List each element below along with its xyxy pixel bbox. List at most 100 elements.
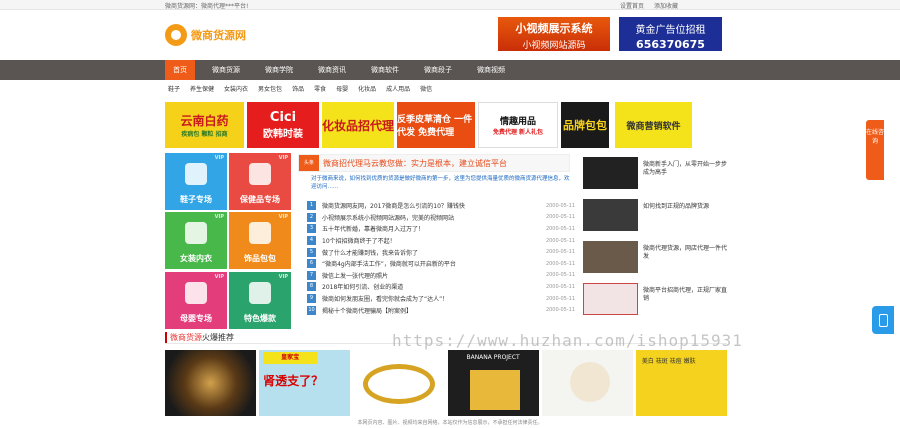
side-caption[interactable]: 微商新手入门，从零开始一步步成为高手 xyxy=(643,157,728,177)
vip-badge: VIP xyxy=(214,155,224,161)
section-title: 微商货源火爆推荐 xyxy=(165,332,234,343)
list-item[interactable]: 4 10个招招微商终于了不起！ 2000-05-11 xyxy=(307,235,575,247)
nav-home[interactable]: 首页 xyxy=(165,60,195,80)
nav-supply[interactable]: 微商货源 xyxy=(204,60,248,80)
item-number: 8 xyxy=(307,282,316,292)
category-link[interactable]: 微信 xyxy=(420,84,432,93)
item-date: 2000-05-11 xyxy=(545,272,575,279)
category-link[interactable]: 饰品 xyxy=(292,84,304,93)
set-homepage-link[interactable]: 设置首页 xyxy=(620,3,644,10)
headline-intro: 对于微商来说，如何找到优质的货源是做好微商的第一步，这里为您提供海量优质的微商货… xyxy=(311,176,570,190)
product-image[interactable]: BANANA PROJECT xyxy=(447,350,539,416)
banner-cosmetics[interactable]: 化妆品招代理 xyxy=(322,102,394,148)
ad-banner-video-system[interactable]: 小视频展示系统 小视频网站源码 xyxy=(498,17,610,51)
category-tiles: VIP 鞋子专场 VIP 保健品专场 VIP 女装内衣 VIP 饰品包包 VIP… xyxy=(165,153,291,329)
item-title[interactable]: 微商货源网友网，2017微商是怎么引流的10？赚钱快 xyxy=(322,201,529,210)
tile-baby[interactable]: VIP 母婴专场 xyxy=(165,271,227,329)
side-caption[interactable]: 微商平台招商代理，正规厂家直销 xyxy=(643,283,728,303)
list-item[interactable]: 9 微商如何发朋友圈，看完你就会成为了“达人”！ 2000-05-11 xyxy=(307,293,575,305)
nav-academy[interactable]: 微商学院 xyxy=(257,60,301,80)
site-logo[interactable]: 微商货源网 xyxy=(165,24,246,46)
item-number: 2 xyxy=(307,212,316,222)
item-title[interactable]: 10个招招微商终于了不起！ xyxy=(322,236,529,245)
item-number: 10 xyxy=(307,305,316,315)
tile-lingerie[interactable]: VIP 女装内衣 xyxy=(165,212,227,270)
tile-hot[interactable]: VIP 特色爆款 xyxy=(229,271,291,329)
side-caption[interactable]: 如何找到正规的品牌货源 xyxy=(643,199,709,211)
nav-jokes[interactable]: 微商段子 xyxy=(416,60,460,80)
banner-title: 化妆品招代理 xyxy=(322,118,395,133)
category-link[interactable]: 养生保健 xyxy=(190,84,214,93)
baby-icon xyxy=(185,281,207,304)
list-item[interactable]: 1 微商货源网友网，2017微商是怎么引流的10？赚钱快 2000-05-11 xyxy=(307,200,575,212)
list-item[interactable]: 10 揭秘十个微商代理骗局【附案例】 2000-05-11 xyxy=(307,304,575,316)
item-title[interactable]: 2018年如何引流、创业的渠道 xyxy=(322,282,529,291)
category-link[interactable]: 鞋子 xyxy=(168,84,180,93)
item-date: 2000-05-11 xyxy=(545,202,575,209)
nav-software[interactable]: 微商软件 xyxy=(363,60,407,80)
logo-icon xyxy=(165,24,187,46)
item-number: 3 xyxy=(307,224,316,234)
side-news-item[interactable]: 微商平台招商代理，正规厂家直销 xyxy=(583,283,728,325)
side-thumbnail[interactable] xyxy=(583,283,638,315)
tile-label: 鞋子专场 xyxy=(180,195,212,204)
side-news-item[interactable]: 如何找到正规的品牌货源 xyxy=(583,199,728,241)
product-image[interactable]: 美白 祛斑 祛痘 嫩肤 xyxy=(635,350,728,416)
item-title[interactable]: 微商如何发朋友圈，看完你就会成为了“达人”！ xyxy=(322,294,529,303)
banner-adult[interactable]: 情趣用品 免费代理 新人礼包 xyxy=(478,102,558,148)
product-image[interactable]: 皇家宝 肾透支了？ xyxy=(259,350,351,416)
category-nav: 鞋子 养生保健 女装内衣 男女包包 饰品 零食 母婴 化妆品 成人用品 微信 xyxy=(168,84,442,93)
list-item[interactable]: 8 2018年如何引流、创业的渠道 2000-05-11 xyxy=(307,281,575,293)
side-caption[interactable]: 微商代理货源，网店代理一件代发 xyxy=(643,241,728,261)
category-link[interactable]: 女装内衣 xyxy=(224,84,248,93)
mobile-float-button[interactable] xyxy=(872,306,894,334)
item-date: 2000-05-11 xyxy=(545,283,575,290)
banner-sub: 疾病包 颗粒 招商 xyxy=(181,131,228,138)
online-consult-button[interactable]: 在线咨询 xyxy=(866,120,884,180)
tile-shoes[interactable]: VIP 鞋子专场 xyxy=(165,153,227,210)
side-thumbnail[interactable] xyxy=(583,157,638,189)
tile-health[interactable]: VIP 保健品专场 xyxy=(229,153,291,210)
banner-cici[interactable]: Cici 欧韩时装 xyxy=(247,102,319,148)
list-item[interactable]: 5 做了什么才能赚到钱，我来告诉你了 2000-05-11 xyxy=(307,246,575,258)
vip-badge: VIP xyxy=(278,214,288,221)
side-news-item[interactable]: 微商新手入门，从零开始一步步成为高手 xyxy=(583,157,728,199)
category-link[interactable]: 成人用品 xyxy=(386,84,410,93)
side-news-item[interactable]: 微商代理货源，网店代理一件代发 xyxy=(583,241,728,283)
ad-line: 656370675 xyxy=(636,38,705,51)
category-link[interactable]: 男女包包 xyxy=(258,84,282,93)
item-title[interactable]: 揭秘十个微商代理骗局【附案例】 xyxy=(322,306,529,315)
ad-banner-rent[interactable]: 黄金广告位招租 656370675 xyxy=(619,17,722,51)
list-item[interactable]: 7 微信上发一张代理的照片 2000-05-11 xyxy=(307,270,575,282)
item-number: 4 xyxy=(307,236,316,246)
side-thumbnail[interactable] xyxy=(583,241,638,273)
category-link[interactable]: 化妆品 xyxy=(358,84,376,93)
nav-news[interactable]: 微商资讯 xyxy=(310,60,354,80)
tile-label: 饰品包包 xyxy=(244,254,276,264)
product-image[interactable] xyxy=(541,350,633,416)
add-favorite-link[interactable]: 添加收藏 xyxy=(654,3,678,10)
banner-fur[interactable]: 反季皮草清仓 一件代发 免费代理 xyxy=(397,102,475,148)
item-title[interactable]: “微商4g内部手法工作”，微商就可以开启新的平台 xyxy=(322,259,529,268)
banner-software[interactable]: 微商营销软件 xyxy=(612,102,692,148)
side-thumbnail[interactable] xyxy=(583,199,638,231)
banner-yunnan-baiyao[interactable]: 云南白药 疾病包 颗粒 招商 xyxy=(165,102,244,148)
item-title[interactable]: 做了什么才能赚到钱，我来告诉你了 xyxy=(322,248,529,257)
category-link[interactable]: 零食 xyxy=(314,84,326,93)
list-item[interactable]: 2 小视频展示系统小视频网站源码，完美的视频网站 2000-05-11 xyxy=(307,212,575,224)
banner-bags[interactable]: 品牌包包 xyxy=(561,102,609,148)
headline-box[interactable]: 头条 微商招代理马云教您做：实力是根本，建立诚信平台 xyxy=(298,154,570,172)
item-title[interactable]: 小视频展示系统小视频网站源码，完美的视频网站 xyxy=(322,213,529,222)
nav-video[interactable]: 微商视频 xyxy=(469,60,513,80)
tile-accessories[interactable]: VIP 饰品包包 xyxy=(229,212,291,270)
ad-line: 小视频展示系统 xyxy=(515,22,593,35)
list-item[interactable]: 6 “微商4g内部手法工作”，微商就可以开启新的平台 2000-05-11 xyxy=(307,258,575,270)
item-title[interactable]: 微信上发一张代理的照片 xyxy=(322,271,529,280)
product-image[interactable] xyxy=(165,350,257,416)
product-image[interactable] xyxy=(353,350,445,416)
headline-text[interactable]: 微商招代理马云教您做：实力是根本，建立诚信平台 xyxy=(323,158,507,169)
list-item[interactable]: 3 五十年代新婚，靠着微商月入过万了！ 2000-05-11 xyxy=(307,223,575,235)
item-title[interactable]: 五十年代新婚，靠着微商月入过万了！ xyxy=(322,224,529,233)
category-link[interactable]: 母婴 xyxy=(336,84,348,93)
lingerie-icon xyxy=(185,222,207,245)
